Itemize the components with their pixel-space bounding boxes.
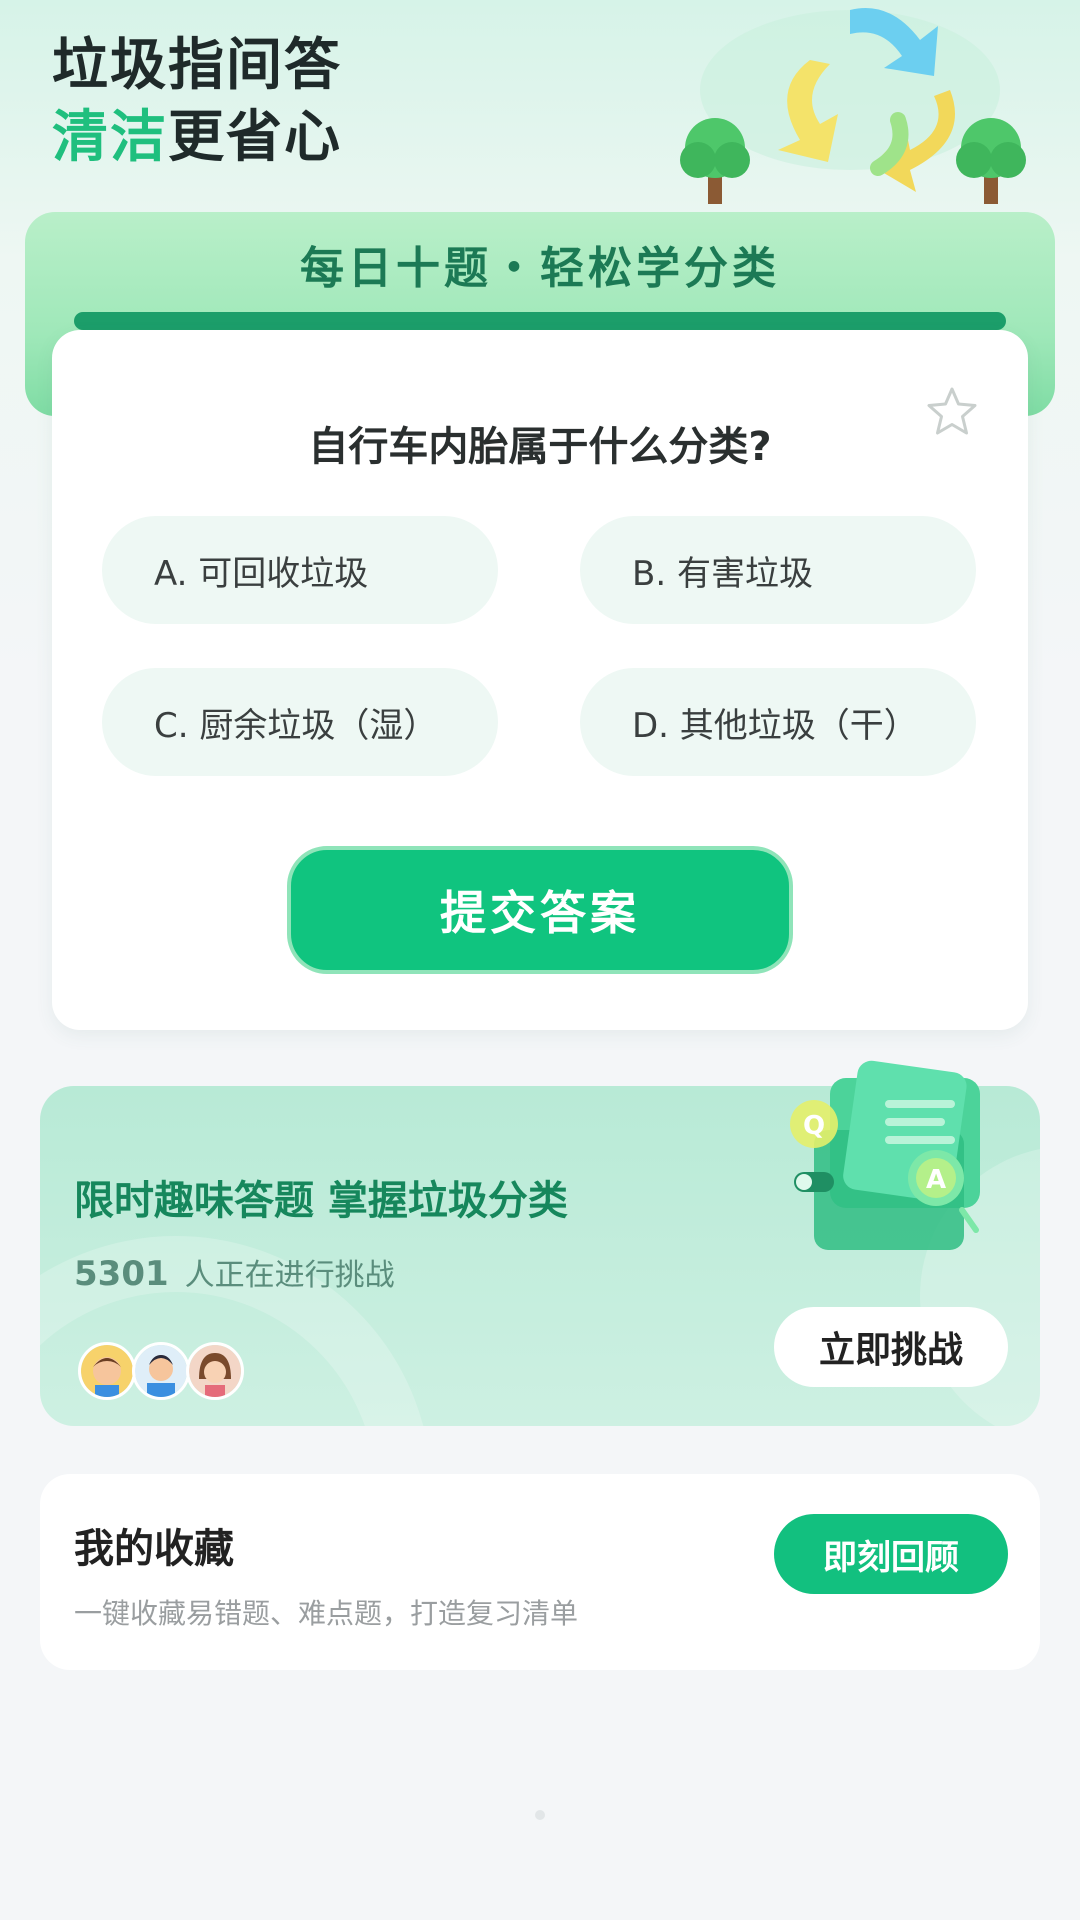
recycle-trees-illustration: [680, 8, 1026, 204]
review-favorites-button[interactable]: 即刻回顾: [774, 1514, 1008, 1594]
challenge-title: 限时趣味答题 掌握垃圾分类: [74, 1178, 568, 1224]
qa-scroll-illustration: Q A: [790, 1060, 980, 1250]
option-b[interactable]: B. 有害垃圾: [580, 516, 976, 624]
svg-text:Q: Q: [803, 1111, 825, 1141]
participant-suffix: 人正在进行挑战: [184, 1258, 395, 1293]
page-title: 垃圾指间答 清洁更省心: [52, 30, 342, 174]
title-line-2: 清洁更省心: [52, 102, 342, 174]
tree-right: [956, 118, 1026, 204]
title-accent: 清洁: [52, 105, 168, 170]
submit-answer-button[interactable]: 提交答案: [287, 846, 793, 974]
quiz-question: 自行车内胎属于什么分类?: [308, 424, 772, 470]
title-line-1: 垃圾指间答: [52, 33, 342, 98]
favorites-title: 我的收藏: [74, 1526, 234, 1572]
favorites-subtitle: 一键收藏易错题、难点题，打造复习清单: [74, 1597, 579, 1630]
option-d[interactable]: D. 其他垃圾（干）: [580, 668, 976, 776]
option-c[interactable]: C. 厨余垃圾（湿）: [102, 668, 498, 776]
svg-text:A: A: [926, 1165, 946, 1195]
challenge-participants: 5301 人正在进行挑战: [74, 1250, 395, 1294]
home-indicator: [535, 1810, 545, 1820]
avatar: [186, 1342, 244, 1400]
quiz-banner-slot: [74, 312, 1006, 330]
tree-left: [680, 118, 750, 204]
participant-count: 5301: [74, 1254, 169, 1294]
participant-avatars: [78, 1342, 244, 1400]
title-rest: 更省心: [168, 105, 342, 170]
avatar: [132, 1342, 190, 1400]
option-a[interactable]: A. 可回收垃圾: [102, 516, 498, 624]
quiz-banner-title: 每日十题・轻松学分类: [300, 243, 780, 294]
start-challenge-button[interactable]: 立即挑战: [774, 1307, 1008, 1387]
avatar: [78, 1342, 136, 1400]
